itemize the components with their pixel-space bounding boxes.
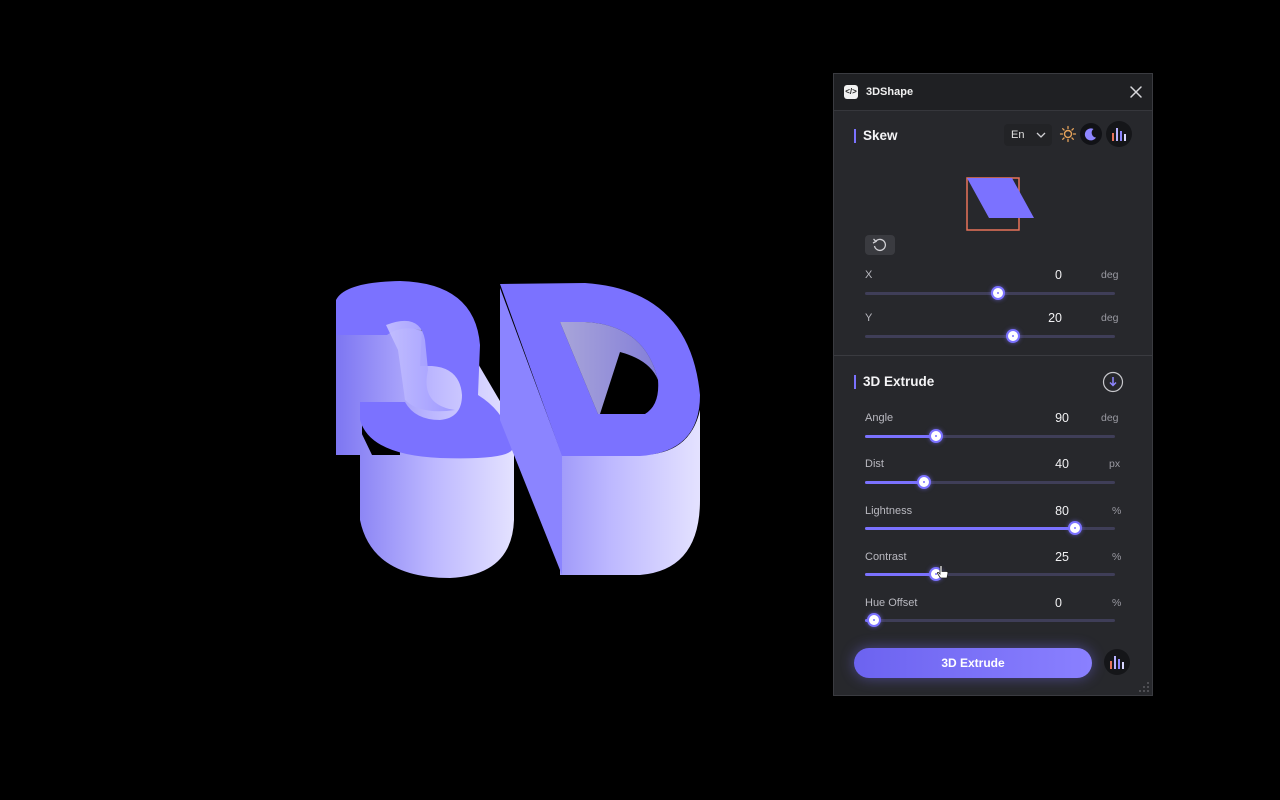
extrude-section-title: 3D Extrude [854,375,934,389]
stats-icon [1110,656,1124,669]
lightness-label: Lightness [865,505,913,517]
contrast-value[interactable]: 25 [1009,550,1069,564]
skew-y-slider[interactable] [865,329,1115,343]
stats-button-bottom[interactable] [1104,649,1130,675]
angle-label: Angle [865,412,894,424]
dist-slider-thumb[interactable] [916,475,931,489]
lightness-slider-fill [865,527,1075,530]
app-title: 3DShape [866,86,914,98]
skew-x-label: X [865,269,873,281]
stats-button-top[interactable] [1106,121,1132,147]
skew-preview [966,177,1034,231]
angle-slider[interactable] [865,429,1115,443]
hue-offset-unit: % [1112,597,1122,609]
dist-slider-fill [865,481,924,484]
close-button[interactable] [1126,82,1146,102]
skew-y-label: Y [865,312,873,324]
section-divider [834,355,1152,356]
close-icon [1130,86,1142,98]
lightness-unit: % [1112,505,1122,517]
language-select[interactable]: En [1004,124,1052,146]
stats-icon [1112,128,1126,141]
chevron-down-icon [1036,132,1046,138]
moon-icon [1084,128,1096,141]
title-bar: </> 3DShape [834,74,1152,111]
hand-cursor-icon [936,565,949,579]
download-button[interactable] [1102,371,1124,393]
skew-x-slider-thumb[interactable] [990,286,1005,300]
dist-value[interactable]: 40 [1009,457,1069,471]
dist-label: Dist [865,458,884,470]
extrude-button[interactable]: 3D Extrude [854,648,1092,678]
shape-panel: </> 3DShape Skew En X 0 deg Y 20 deg 3D … [833,73,1153,696]
contrast-slider-fill [865,573,937,576]
reset-icon [872,238,886,252]
hue-offset-slider-thumb[interactable] [866,613,881,627]
dist-unit: px [1109,458,1121,470]
angle-unit: deg [1101,412,1119,424]
angle-value[interactable]: 90 [1009,411,1069,425]
contrast-slider[interactable] [865,567,1115,581]
skew-x-unit: deg [1101,269,1119,281]
lightness-value[interactable]: 80 [1009,504,1069,518]
contrast-unit: % [1112,551,1122,563]
skew-y-slider-thumb[interactable] [1005,329,1020,343]
download-icon [1102,371,1124,393]
skew-section-title: Skew [854,129,898,143]
hue-offset-value[interactable]: 0 [1002,596,1062,610]
app-logo: </> [844,85,858,99]
hue-offset-label: Hue Offset [865,597,918,609]
dist-slider[interactable] [865,475,1115,489]
skew-x-slider[interactable] [865,286,1115,300]
light-mode-button[interactable] [1057,123,1079,145]
angle-slider-fill [865,435,937,438]
reset-skew-button[interactable] [865,235,895,255]
skew-y-value[interactable]: 20 [1002,311,1062,325]
hue-offset-slider[interactable] [865,613,1115,627]
lightness-slider-thumb[interactable] [1068,521,1082,535]
lightness-slider[interactable] [865,521,1115,535]
sun-icon [1059,125,1077,143]
angle-slider-thumb[interactable] [929,429,944,443]
dark-mode-button[interactable] [1080,123,1102,145]
skew-y-unit: deg [1101,312,1119,324]
skew-x-value[interactable]: 0 [1002,268,1062,282]
language-value: En [1011,129,1025,141]
resize-grip-icon[interactable] [1138,681,1150,693]
contrast-label: Contrast [865,551,907,563]
